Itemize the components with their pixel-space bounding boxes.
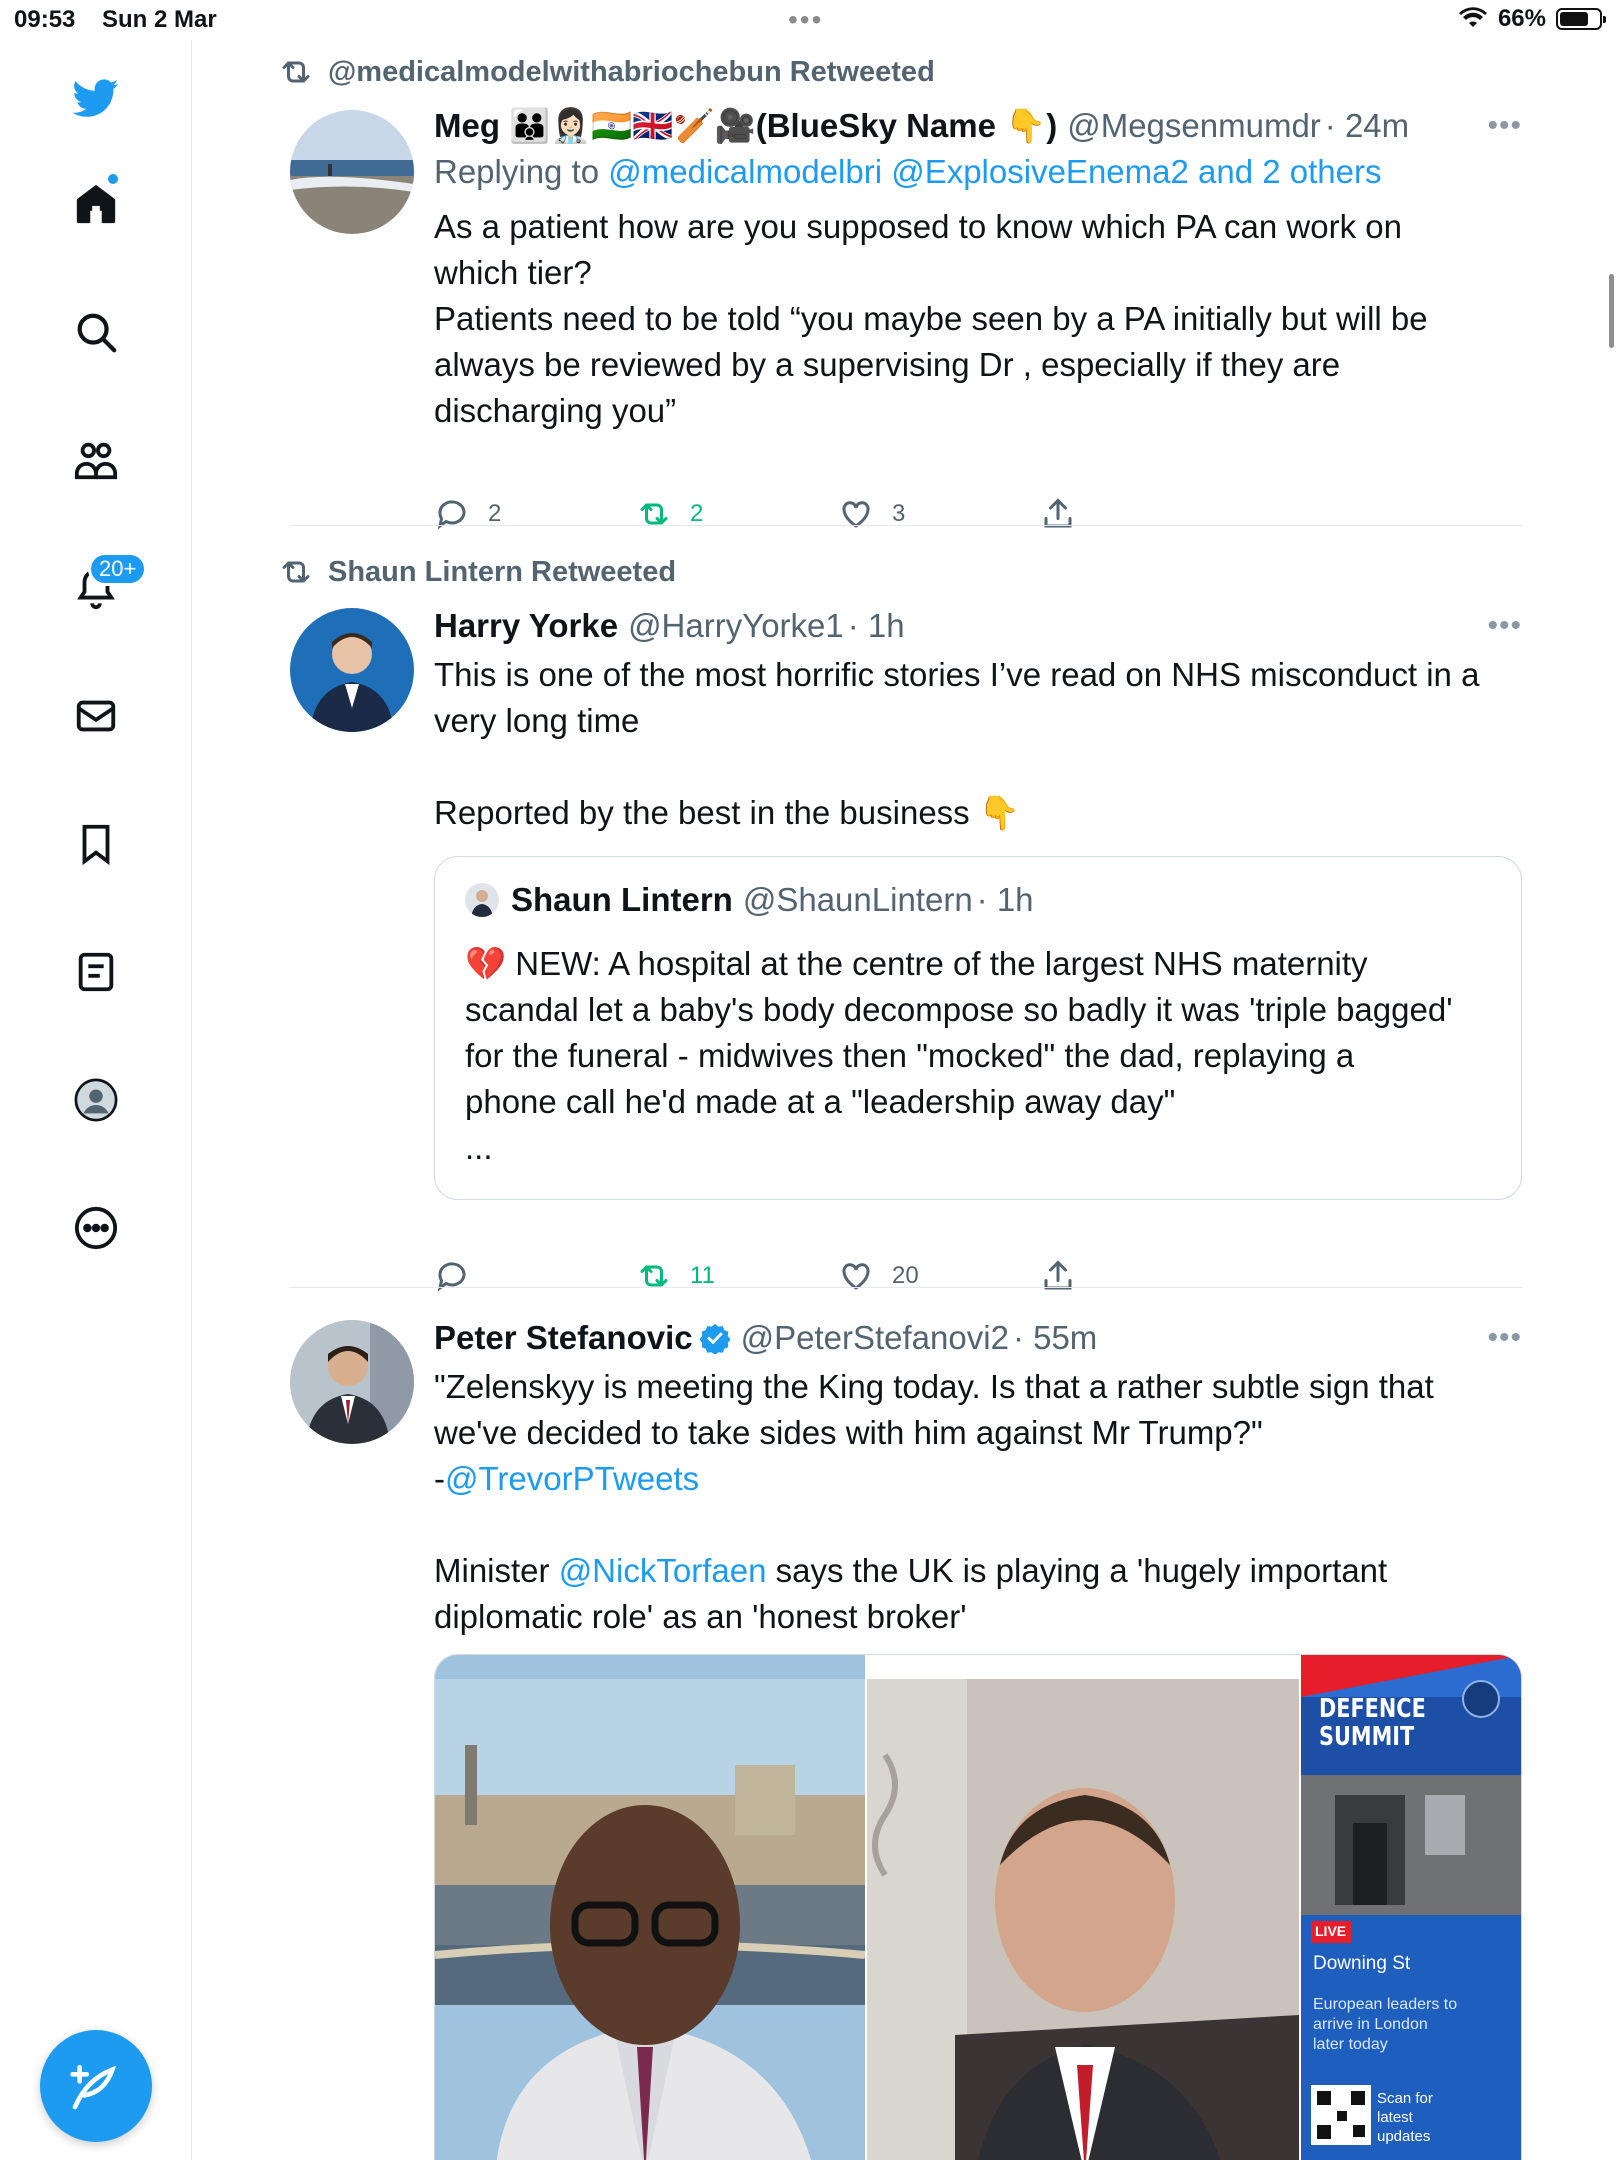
tweet-time: · 24m [1324, 107, 1410, 144]
twitter-bird-icon[interactable] [66, 68, 126, 128]
tweet-text: As a patient how are you supposed to kno… [434, 208, 1428, 429]
retweet-context[interactable]: @medicalmodelwithabriochebun Retweeted [278, 54, 935, 90]
like-button[interactable]: 20 [838, 1258, 1040, 1294]
tweet-actions: 11 20 [434, 1258, 1242, 1294]
replying-to: Replying to @medicalmodelbri @ExplosiveE… [434, 153, 1382, 190]
sidebar: 20+ [0, 40, 192, 2160]
like-count: 20 [892, 1262, 919, 1289]
retweet-context[interactable]: Shaun Lintern Retweeted [278, 554, 676, 590]
retweet-icon [640, 1265, 668, 1287]
home-unread-dot [108, 174, 118, 184]
quote-header: Shaun Lintern @ShaunLintern · 1h [465, 881, 1034, 919]
avatar[interactable] [290, 608, 414, 732]
messages-icon[interactable] [66, 686, 126, 746]
tweet-text: "Zelenskyy is meeting the King today. Is… [434, 1368, 1434, 1635]
author-name[interactable]: Harry Yorke [434, 604, 618, 648]
retweet-button[interactable]: 11 [636, 1258, 838, 1294]
quote-time: · 1h [976, 881, 1034, 918]
author-handle[interactable]: @HarryYorke1 [628, 604, 844, 648]
status-time: 09:53 [14, 6, 76, 33]
multitasking-dots-icon[interactable]: ••• [788, 4, 823, 36]
heart-icon [842, 501, 870, 528]
compose-icon [70, 2065, 117, 2110]
retweet-count: 2 [690, 500, 704, 527]
retweeted-by-label: Shaun Lintern Retweeted [328, 555, 677, 588]
live-badge: LIVE [1315, 1923, 1347, 1939]
retweet-button[interactable]: 2 [636, 496, 838, 532]
tweet-header: Harry Yorke @HarryYorke1 · 1h ••• [434, 604, 1522, 648]
compose-tweet-button[interactable] [40, 2030, 152, 2142]
tweet-divider [290, 1287, 1522, 1288]
communities-icon[interactable] [66, 430, 126, 490]
media-qr-text: Scan for latest updates [1377, 2090, 1433, 2145]
reply-button[interactable] [434, 1258, 636, 1294]
bookmarks-icon[interactable] [66, 814, 126, 874]
more-options-icon[interactable]: ••• [1487, 1316, 1522, 1360]
tweet-time: · 55m [1012, 1319, 1098, 1356]
like-button[interactable]: 3 [838, 496, 1040, 532]
lists-icon[interactable] [66, 942, 126, 1002]
tweet-time: · 1h [847, 607, 905, 644]
share-button[interactable] [1040, 496, 1242, 532]
heart-icon [842, 1263, 870, 1290]
avatar[interactable] [290, 110, 414, 234]
reply-button[interactable]: 2 [434, 496, 636, 532]
retweet-icon [640, 503, 668, 525]
retweet-icon [282, 61, 310, 83]
reply-icon [437, 500, 466, 530]
status-bar: 09:53 Sun 2 Mar ••• 66% [0, 0, 1620, 40]
reply-icon [437, 1262, 466, 1292]
tweet-actions: 2 2 3 [434, 496, 1242, 532]
author-handle[interactable]: @PeterStefanovi2 [741, 1316, 1009, 1360]
media-banner-title: DEFENCE SUMMIT [1319, 1694, 1426, 1752]
quote-author-handle: @ShaunLintern [742, 881, 973, 918]
reply-count: 2 [488, 500, 502, 527]
retweet-count: 11 [690, 1262, 715, 1289]
quote-tweet[interactable]: Shaun Lintern @ShaunLintern · 1h 💔 NEW: … [434, 856, 1522, 1200]
avatar[interactable] [290, 1320, 414, 1444]
retweeted-by-label: @medicalmodelwithabriochebun Retweeted [328, 55, 935, 88]
retweet-icon [282, 561, 310, 583]
battery-icon [1556, 8, 1606, 30]
author-name[interactable]: Peter Stefanovic [434, 1316, 693, 1360]
like-count: 3 [892, 500, 906, 527]
profile-icon[interactable] [66, 1070, 126, 1130]
media-caption: European leaders to arrive in London lat… [1313, 1996, 1458, 2053]
tweet-text: This is one of the most horrific stories… [434, 656, 1480, 831]
more-options-icon[interactable]: ••• [1487, 104, 1522, 148]
mention-link[interactable]: @NickTorfaen [559, 1552, 767, 1589]
home-icon[interactable] [66, 174, 126, 234]
quote-author-name: Shaun Lintern [511, 881, 733, 918]
tweet-header: Peter Stefanovic @PeterStefanovi2 · 55m … [434, 1316, 1522, 1360]
wifi-icon [1458, 7, 1487, 27]
tweet-media-image[interactable]: DEFENCE SUMMIT LIVE Downing St European … [434, 1654, 1522, 2160]
reply-targets-link[interactable]: @medicalmodelbri @ExplosiveEnema2 and 2 … [608, 153, 1381, 190]
more-options-icon[interactable]: ••• [1487, 604, 1522, 648]
tweet-header: Meg 👪👩🏻‍⚕️🇮🇳🇬🇧🏏🎥(BlueSky Name 👇) @Megsen… [434, 104, 1522, 148]
more-icon[interactable] [66, 1198, 126, 1258]
author-handle[interactable]: @Megsenmumdr [1067, 104, 1321, 148]
tweet-divider [290, 525, 1522, 526]
verified-badge-icon [699, 1324, 731, 1354]
notifications-badge: 20+ [88, 552, 148, 586]
share-icon [1044, 1260, 1072, 1290]
share-icon [1044, 498, 1072, 528]
avatar [465, 883, 499, 917]
mention-link[interactable]: @TrevorPTweets [445, 1460, 699, 1497]
search-icon[interactable] [66, 302, 126, 362]
scrollbar[interactable] [1609, 274, 1614, 348]
author-name[interactable]: Meg 👪👩🏻‍⚕️🇮🇳🇬🇧🏏🎥(BlueSky Name 👇) [434, 104, 1057, 148]
status-date: Sun 2 Mar [102, 6, 217, 33]
quote-text: 💔 NEW: A hospital at the centre of the l… [465, 945, 1453, 1166]
battery-percent: 66% [1497, 5, 1546, 32]
share-button[interactable] [1040, 1258, 1242, 1294]
media-location: Downing St [1313, 1953, 1411, 1974]
